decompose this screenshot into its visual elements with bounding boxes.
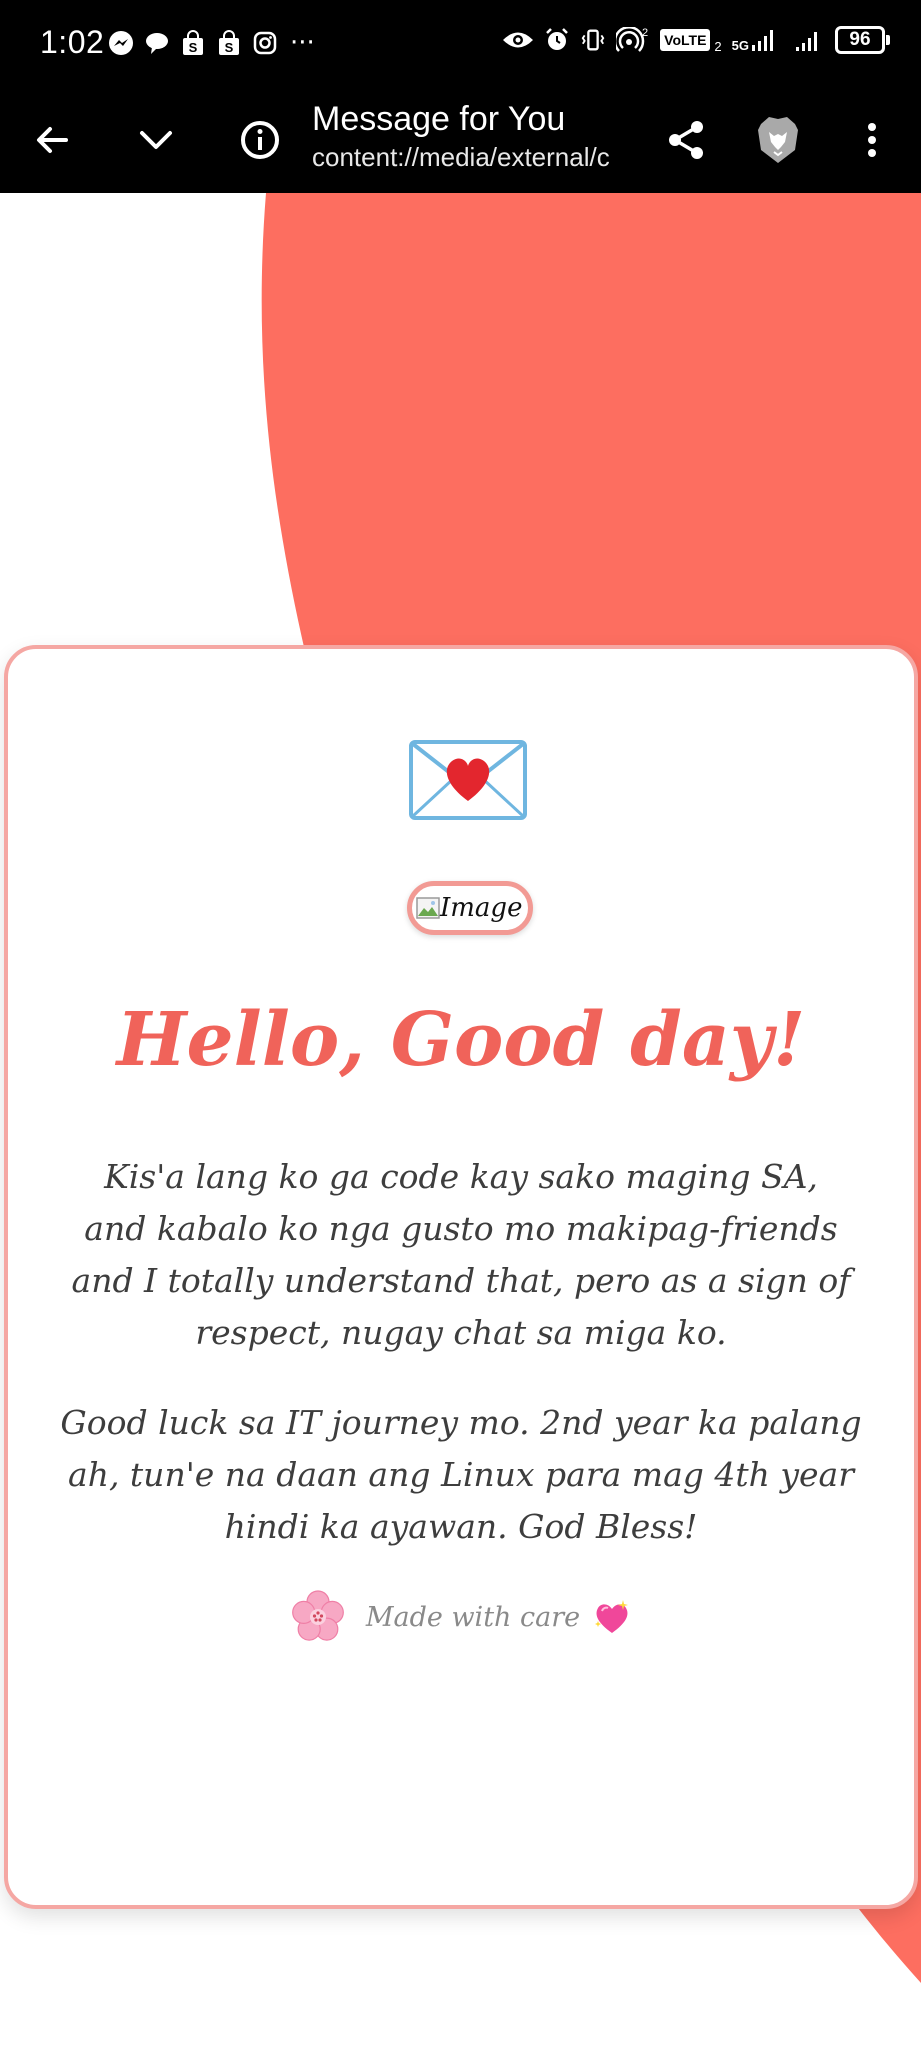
messenger-icon — [108, 30, 134, 56]
page-title: Message for You — [312, 100, 566, 138]
notification-icons: S S ··· — [108, 28, 315, 58]
love-letter-icon — [409, 740, 527, 820]
back-arrow-icon — [37, 127, 68, 153]
signal-icon — [752, 30, 773, 51]
broken-image-icon — [416, 897, 440, 919]
custom-tab-toolbar: Message for You content://media/external… — [0, 88, 921, 193]
card-footer: Made with care — [8, 1589, 914, 1645]
instagram-icon — [252, 30, 278, 56]
signal-5g-group: 5G — [732, 28, 777, 52]
site-info-button[interactable] — [230, 110, 290, 170]
message-paragraph-2: Good luck sa IT journey mo. 2nd year ka … — [60, 1403, 862, 1546]
svg-text:2: 2 — [642, 27, 648, 39]
footer-text: Made with care — [365, 1601, 581, 1633]
greeting-heading: Hello, Good day! — [116, 997, 806, 1083]
more-notifications: ··· — [290, 28, 315, 58]
vibrate-icon — [580, 27, 606, 53]
signal-icon-2 — [796, 32, 817, 51]
info-icon — [241, 121, 279, 159]
profile-image: Image — [407, 881, 533, 935]
alarm-icon — [544, 27, 570, 53]
battery-indicator: 96 — [835, 26, 890, 54]
image-alt-text: Image — [440, 893, 523, 923]
share-icon — [669, 121, 703, 159]
brave-lion-icon — [758, 117, 798, 163]
brave-shields-button[interactable] — [748, 110, 808, 170]
svg-text:S: S — [189, 40, 198, 55]
chat-bubble-icon — [144, 30, 170, 56]
chevron-down-icon — [140, 131, 172, 149]
status-time: 1:02 — [40, 24, 105, 60]
status-bar: 1:02 S S ··· 2 VoLTE 2 5G 96 — [0, 0, 921, 88]
network-type: 5G — [731, 38, 749, 53]
message-card: Image Hello, Good day! Kis'a lang ko ga … — [4, 645, 918, 1909]
message-paragraph-1: Kis'a lang ko ga code kay sako maging SA… — [71, 1157, 851, 1352]
cherry-blossom-icon — [291, 1590, 344, 1641]
more-menu-button[interactable] — [842, 110, 902, 170]
minimize-button[interactable] — [126, 110, 186, 170]
web-page: Image Hello, Good day! Kis'a lang ko ga … — [0, 193, 921, 2048]
sim-number: 2 — [714, 38, 722, 54]
svg-text:S: S — [225, 40, 234, 55]
volte-badge: VoLTE — [660, 29, 711, 51]
sparkling-heart-icon — [595, 1600, 629, 1633]
hotspot-icon: 2 — [616, 27, 650, 53]
page-url[interactable]: content://media/external/c — [312, 142, 632, 173]
more-vertical-icon — [868, 123, 876, 157]
system-icons: 2 VoLTE 2 5G 96 — [502, 26, 890, 54]
eye-icon — [502, 27, 534, 53]
shopping-bag-icon: S — [180, 30, 206, 56]
shopping-bag-icon-2: S — [216, 30, 242, 56]
back-button[interactable] — [22, 110, 82, 170]
share-button[interactable] — [656, 110, 716, 170]
